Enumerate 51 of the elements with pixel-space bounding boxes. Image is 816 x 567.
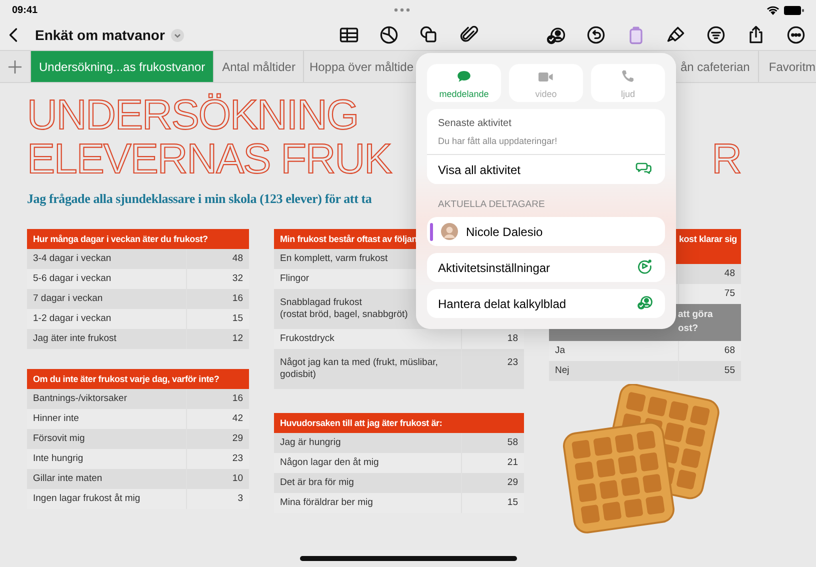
audio-button[interactable]: ljud: [591, 64, 665, 102]
table-cell: 48: [678, 264, 741, 284]
table-cell: 12: [186, 329, 249, 349]
multitasking-dots-icon[interactable]: [393, 8, 412, 12]
message-button[interactable]: meddelande: [427, 64, 501, 102]
sheet-title: ELEVERNAS FRUK: [27, 137, 392, 181]
video-button[interactable]: video: [509, 64, 583, 102]
table-cell: Försovit mig: [27, 429, 186, 449]
sheet-title: R: [712, 137, 741, 181]
table-header: Huvudorsaken till att jag äter frukost är:: [274, 413, 524, 433]
sheet-tab[interactable]: Undersökning...as frukostvanor: [31, 51, 214, 82]
table-cell: 7 dagar i veckan: [27, 289, 186, 309]
table-cell: 16: [186, 389, 249, 409]
table-cell: 3-4 dagar i veckan: [27, 249, 186, 269]
pie-chart-icon[interactable]: [378, 24, 400, 46]
sheet-subtitle: Jag frågade alla sjundeklassare i min skola (123 elever) för att ta: [27, 191, 372, 207]
table-cell: 58: [461, 433, 524, 453]
table-cell: Jag äter inte frukost: [27, 329, 186, 349]
table-cell: Gillar inte maten: [27, 469, 186, 489]
dropdown-chevron-icon[interactable]: [170, 28, 184, 42]
table-header: Hur många dagar i veckan äter du frukost?: [27, 229, 249, 249]
table-cell: Något jag kan ta med (frukt, müslibar, godisbit): [274, 349, 461, 389]
filter-icon[interactable]: [705, 24, 727, 46]
table-cell: 55: [678, 361, 741, 381]
undo-icon[interactable]: [585, 24, 607, 46]
participants-heading: AKTUELLA DELTAGARE: [437, 198, 546, 210]
table-cell: Jag är hungrig: [274, 433, 461, 453]
status-time: 09:41: [12, 4, 38, 16]
battery-icon: [784, 6, 804, 14]
table-header: Om du inte äter frukost varje dag, varför inte?: [27, 369, 249, 389]
table-cell: 29: [461, 473, 524, 493]
participant-row[interactable]: Nicole Dalesio: [427, 217, 665, 246]
people-checkmark-icon: [636, 293, 654, 311]
activity-settings-button[interactable]: Aktivitetsinställningar: [427, 253, 665, 282]
table-cell: 48: [186, 249, 249, 269]
table-cell: 29: [186, 429, 249, 449]
more-icon[interactable]: [785, 24, 807, 46]
document-title[interactable]: Enkät om matvanor: [35, 27, 165, 43]
sheet-tab[interactable]: ån cafeterian: [678, 51, 759, 82]
table-cell: Det är bra för mig: [274, 473, 461, 493]
table-cell: Nej: [549, 361, 678, 381]
table-cell: 23: [461, 349, 524, 389]
manage-sharing-button[interactable]: Hantera delat kalkylblad: [427, 289, 665, 318]
avatar-icon: [441, 223, 458, 240]
sheet-title: UNDERSÖKNING: [27, 93, 358, 137]
activity-title: Senaste aktivitet: [437, 117, 512, 131]
table-cell: Bantnings-/viktorsaker: [27, 389, 186, 409]
table-cell: 16: [186, 289, 249, 309]
table-cell: 10: [186, 469, 249, 489]
wifi-icon: [766, 6, 779, 14]
plus-icon: [7, 58, 23, 74]
